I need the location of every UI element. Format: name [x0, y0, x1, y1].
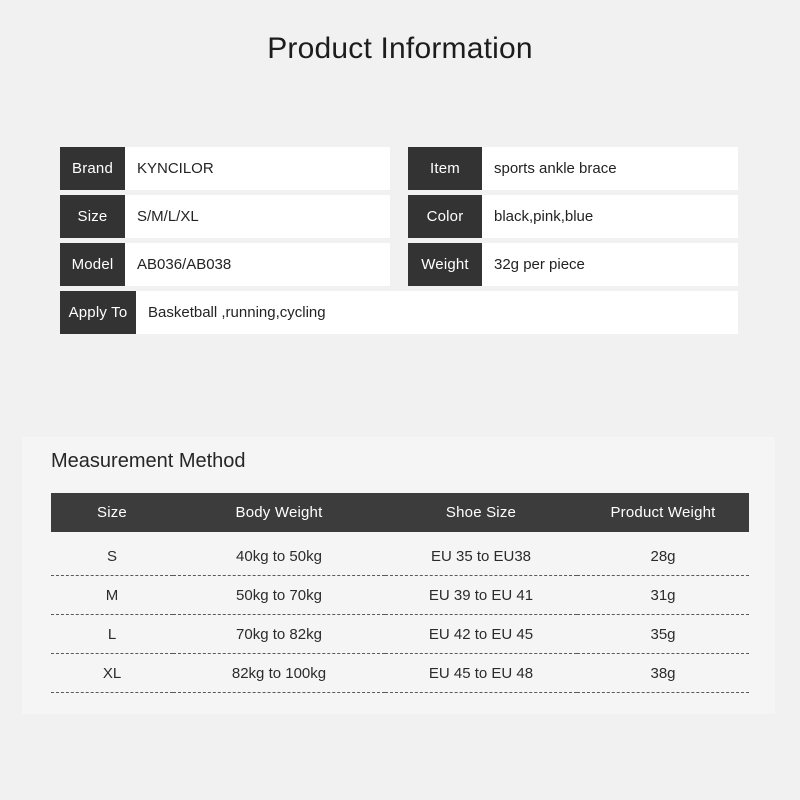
- spec-label-color: Color: [408, 195, 482, 238]
- spec-row: Size S/M/L/XL Color black,pink,blue: [60, 195, 738, 238]
- spec-row: Brand KYNCILOR Item sports ankle brace: [60, 147, 738, 190]
- table-header-row: Size Body Weight Shoe Size Product Weigh…: [51, 493, 749, 532]
- spec-value-brand: KYNCILOR: [125, 147, 390, 190]
- cell-size: M: [51, 575, 173, 615]
- spec-pair-item: Item sports ankle brace: [408, 147, 738, 190]
- cell-shoe-size: EU 45 to EU 48: [385, 653, 577, 693]
- spec-label-size: Size: [60, 195, 125, 238]
- product-spec-grid: Brand KYNCILOR Item sports ankle brace S…: [60, 147, 738, 339]
- spec-label-apply-to: Apply To: [60, 291, 136, 334]
- measurement-method-title: Measurement Method: [51, 450, 246, 472]
- cell-size: XL: [51, 653, 173, 693]
- cell-size: L: [51, 614, 173, 654]
- spec-value-weight: 32g per piece: [482, 243, 738, 286]
- spec-value-apply-to: Basketball ,running,cycling: [136, 291, 738, 334]
- spec-value-model: AB036/AB038: [125, 243, 390, 286]
- spec-value-item: sports ankle brace: [482, 147, 738, 190]
- cell-body-weight: 70kg to 82kg: [173, 614, 385, 654]
- spec-pair-apply-to: Apply To Basketball ,running,cycling: [60, 291, 738, 334]
- cell-product-weight: 28g: [577, 532, 749, 576]
- spec-pair-model: Model AB036/AB038: [60, 243, 390, 286]
- cell-shoe-size: EU 42 to EU 45: [385, 614, 577, 654]
- column-header-product-weight: Product Weight: [577, 493, 749, 532]
- spec-pair-brand: Brand KYNCILOR: [60, 147, 390, 190]
- table-row: XL 82kg to 100kg EU 45 to EU 48 38g: [51, 653, 749, 693]
- spec-row: Apply To Basketball ,running,cycling: [60, 291, 738, 334]
- column-header-shoe-size: Shoe Size: [385, 493, 577, 532]
- column-header-size: Size: [51, 493, 173, 532]
- spec-label-model: Model: [60, 243, 125, 286]
- spec-label-item: Item: [408, 147, 482, 190]
- spec-value-size: S/M/L/XL: [125, 195, 390, 238]
- measurement-table: Size Body Weight Shoe Size Product Weigh…: [51, 493, 749, 693]
- table-row: S 40kg to 50kg EU 35 to EU38 28g: [51, 532, 749, 576]
- spec-pair-color: Color black,pink,blue: [408, 195, 738, 238]
- cell-product-weight: 31g: [577, 575, 749, 615]
- page-title: Product Information: [267, 32, 533, 65]
- table-row: M 50kg to 70kg EU 39 to EU 41 31g: [51, 575, 749, 615]
- cell-size: S: [51, 532, 173, 576]
- spec-label-brand: Brand: [60, 147, 125, 190]
- table-row: L 70kg to 82kg EU 42 to EU 45 35g: [51, 614, 749, 654]
- cell-body-weight: 82kg to 100kg: [173, 653, 385, 693]
- cell-product-weight: 35g: [577, 614, 749, 654]
- cell-body-weight: 40kg to 50kg: [173, 532, 385, 576]
- measurement-method-card: Measurement Method Size Body Weight Shoe…: [22, 437, 775, 714]
- cell-product-weight: 38g: [577, 653, 749, 693]
- spec-label-weight: Weight: [408, 243, 482, 286]
- spec-value-color: black,pink,blue: [482, 195, 738, 238]
- cell-body-weight: 50kg to 70kg: [173, 575, 385, 615]
- cell-shoe-size: EU 39 to EU 41: [385, 575, 577, 615]
- spec-row: Model AB036/AB038 Weight 32g per piece: [60, 243, 738, 286]
- spec-pair-size: Size S/M/L/XL: [60, 195, 390, 238]
- spec-pair-weight: Weight 32g per piece: [408, 243, 738, 286]
- column-header-body-weight: Body Weight: [173, 493, 385, 532]
- cell-shoe-size: EU 35 to EU38: [385, 532, 577, 576]
